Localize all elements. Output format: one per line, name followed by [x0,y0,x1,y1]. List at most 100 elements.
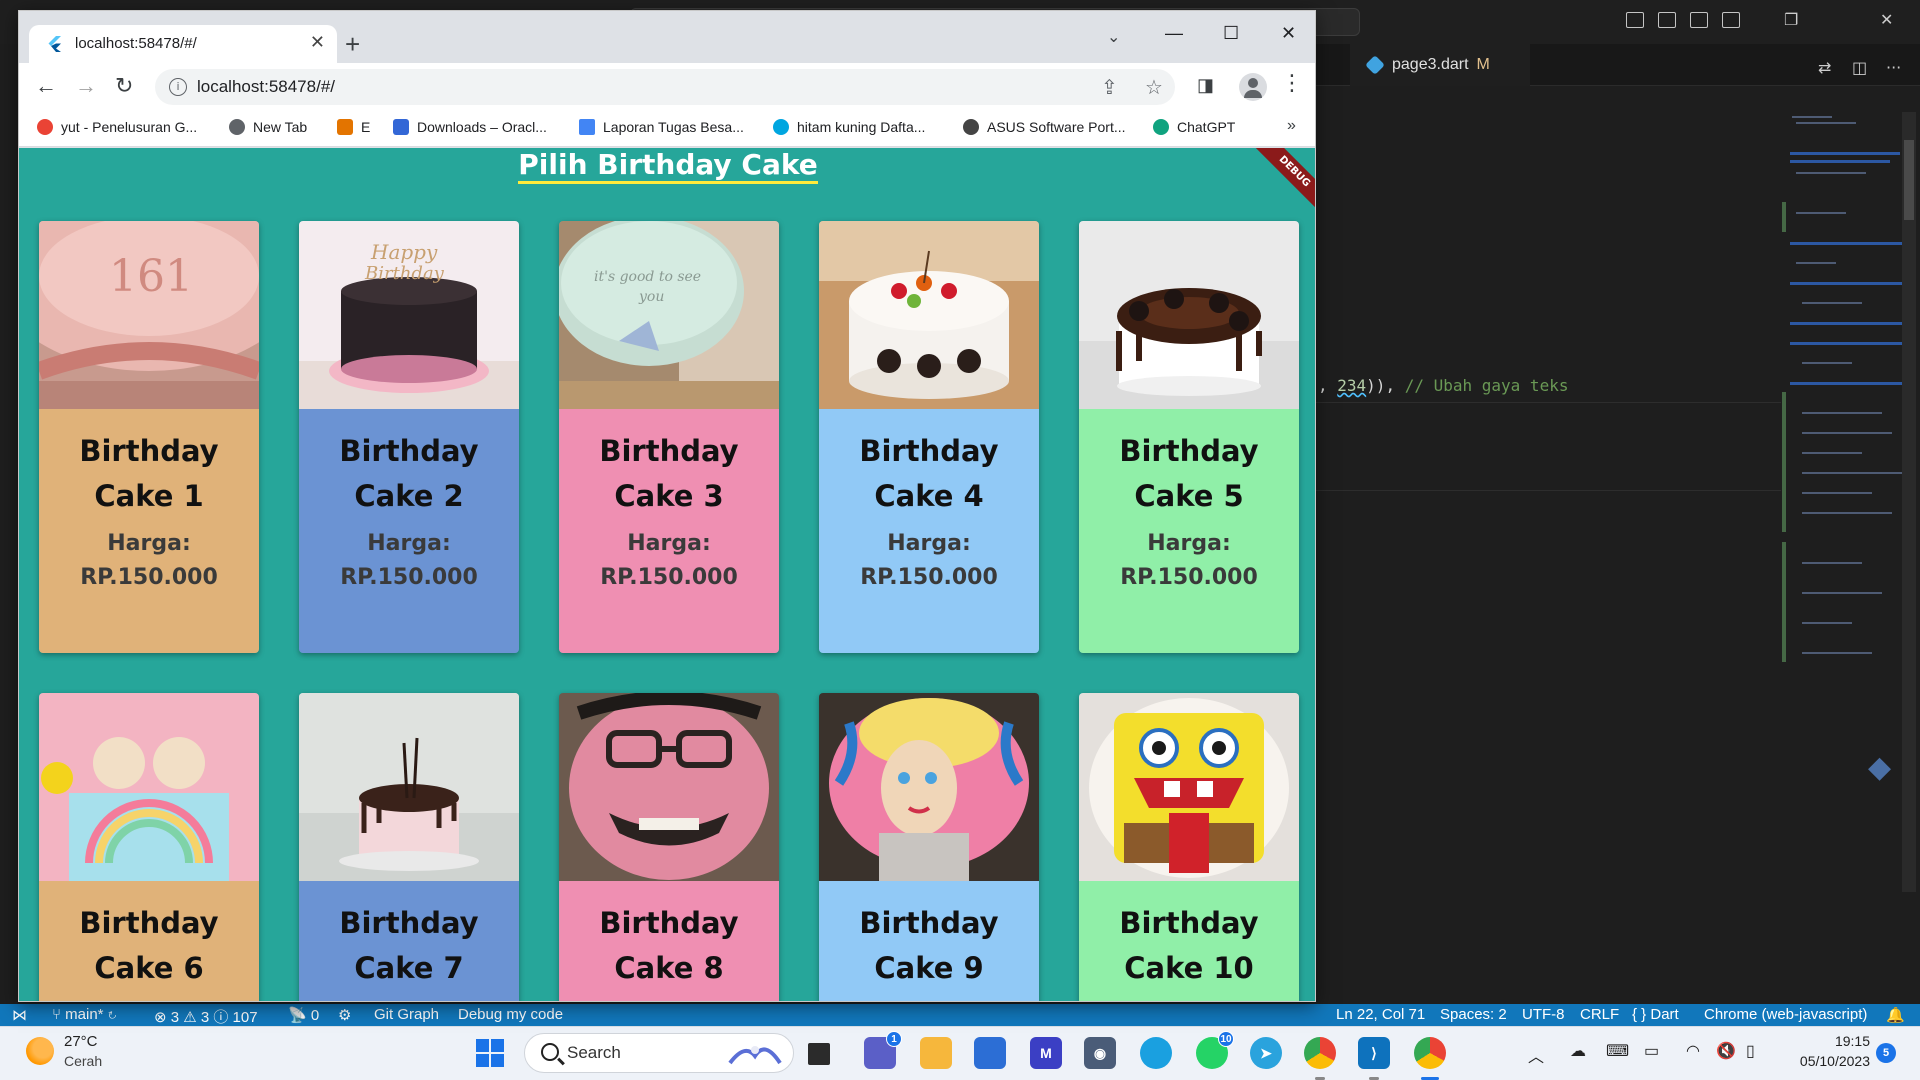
show-hidden-icons-icon[interactable]: ︿ [1528,1043,1544,1067]
run-icon[interactable]: ⚙ [338,1006,351,1024]
weather-temperature[interactable]: 27°C [64,1033,98,1050]
price-label: Harga: [107,531,191,556]
chrome-menu-icon[interactable]: ⋮ [1281,71,1303,96]
cake-image [1079,221,1299,409]
tab-search-chevron-icon[interactable]: ⌄ [1107,27,1120,47]
ports-indicator[interactable]: 📡 0 [288,1006,319,1024]
speaker-muted-icon[interactable]: 🔇 [1716,1041,1736,1061]
cake-card[interactable]: Birthday Cake 10 [1079,693,1299,1001]
weather-description[interactable]: Cerah [64,1053,102,1069]
profile-avatar-icon[interactable] [1239,73,1267,101]
git-graph-button[interactable]: Git Graph [374,1006,439,1023]
device-selector[interactable]: Chrome (web-javascript) [1704,1006,1867,1023]
vscode-close-icon[interactable]: ✕ [1880,10,1893,29]
teams-chat-icon[interactable]: 1 [864,1031,902,1069]
file-explorer-icon[interactable] [920,1037,952,1069]
compare-changes-icon[interactable]: ⇄ [1818,58,1831,77]
encoding[interactable]: UTF-8 [1522,1006,1565,1023]
editor-tab-page3[interactable]: page3.dart M [1350,44,1530,86]
reload-icon[interactable]: ↻ [115,73,133,99]
start-button[interactable] [476,1039,504,1067]
close-window-icon[interactable]: ✕ [1281,23,1296,44]
cake-image [819,221,1039,409]
debug-button[interactable]: Debug my code [458,1006,563,1023]
cake-card[interactable]: Birthday Cake 8 [559,693,779,1001]
battery-icon[interactable]: ▯ [1746,1041,1755,1061]
bookmark-item[interactable]: ASUS Software Port... [963,119,1126,135]
forward-icon[interactable]: → [75,73,97,99]
chrome-icon[interactable] [1304,1037,1336,1069]
minimap[interactable] [1782,112,1902,672]
bookmark-item[interactable]: hitam kuning Dafta... [773,119,925,135]
microsoft-store-icon[interactable] [974,1037,1006,1069]
tab-close-icon[interactable]: ✕ [310,32,325,53]
svg-text:it's good to see: it's good to see [594,269,701,285]
telegram-icon[interactable]: ➤ [1250,1037,1282,1069]
bookmark-item[interactable]: Downloads – Oracl... [393,119,547,135]
browser-tab[interactable]: localhost:58478/#/ ✕ [29,25,337,63]
notification-count[interactable]: 5 [1876,1043,1896,1063]
bookmark-item[interactable]: New Tab [229,119,307,135]
indentation[interactable]: Spaces: 2 [1440,1006,1507,1023]
bookmark-item[interactable]: yut - Penelusuran G... [37,119,197,135]
keyboard-icon[interactable]: ⌨ [1606,1041,1629,1061]
cake-card[interactable]: it's good to see you Birthday Cake 3 Har… [559,221,779,653]
clock-time[interactable]: 19:15 [1790,1033,1870,1049]
cake-card[interactable]: Birthday Cake 6 [39,693,259,1001]
cake-card[interactable]: Happy Birthday Birthday Cake 2 Harga: RP… [299,221,519,653]
price-label: Harga: [887,531,971,556]
task-view-icon[interactable] [808,1043,830,1065]
bookmark-item[interactable]: E [337,119,370,135]
toggle-secondary-sidebar-icon[interactable] [1690,12,1708,28]
back-icon[interactable]: ← [35,73,57,99]
clock-date[interactable]: 05/10/2023 [1790,1053,1870,1069]
flutter-icon[interactable]: ◆ [1868,750,1908,790]
cake-card[interactable]: 161 Birthday Cake 1 Harga: RP.150.000 [39,221,259,653]
notifications-bell-icon[interactable]: 🔔 [1886,1006,1905,1024]
bookmark-item[interactable]: ChatGPT [1153,119,1235,135]
wifi-icon[interactable]: ◠ [1686,1041,1700,1061]
bookmark-label: yut - Penelusuran G... [61,119,198,135]
chrome-icon-active[interactable] [1414,1037,1446,1069]
cake-card[interactable]: Birthday Cake 7 [299,693,519,1001]
editor-scrollbar-thumb[interactable] [1904,140,1914,220]
camera-icon[interactable]: ◉ [1084,1037,1116,1069]
weather-sun-icon[interactable] [26,1037,54,1065]
site-info-icon[interactable]: i [169,78,187,96]
address-bar[interactable]: i localhost:58478/#/ ⇪ ☆ [155,69,1175,105]
more-actions-icon[interactable]: ··· [1886,58,1901,77]
bookmark-item[interactable]: Laporan Tugas Besa... [579,119,744,135]
side-panel-icon[interactable]: ◨ [1197,75,1214,96]
cursor-position[interactable]: Ln 22, Col 71 [1336,1006,1425,1023]
customize-layout-icon[interactable] [1722,12,1740,28]
price-label: Harga: [627,531,711,556]
bookmark-star-icon[interactable]: ☆ [1145,75,1163,100]
language-mode[interactable]: { } Dart [1632,1006,1679,1023]
edge-browser-icon[interactable] [1140,1037,1172,1069]
vscode-icon[interactable]: ⟩ [1358,1037,1390,1069]
line-endings[interactable]: CRLF [1580,1006,1619,1023]
maximize-icon[interactable]: ☐ [1223,23,1239,44]
cake-card[interactable]: Birthday Cake 5 Harga: RP.150.000 [1079,221,1299,653]
vscode-restore-icon[interactable]: ❐ [1784,10,1798,29]
share-icon[interactable]: ⇪ [1101,75,1118,100]
whatsapp-icon[interactable]: 10 [1196,1031,1234,1069]
bookmarks-overflow-icon[interactable]: » [1287,117,1296,135]
cake-card[interactable]: Birthday Cake 9 [819,693,1039,1001]
split-editor-icon[interactable]: ◫ [1852,58,1867,77]
code-line[interactable]: , 234)), // Ubah gaya teks [1318,376,1568,395]
remote-icon[interactable]: ⋈ [12,1006,27,1024]
problems-indicator[interactable]: ⊗ 3 ⚠ 3 ⓘ 107 [154,1006,258,1027]
display-icon[interactable]: ▭ [1644,1041,1659,1061]
cake-card[interactable]: Birthday Cake 4 Harga: RP.150.000 [819,221,1039,653]
taskbar-search[interactable]: Search [524,1033,794,1073]
toggle-panel-icon[interactable] [1658,12,1676,28]
new-tab-icon[interactable]: + [345,29,360,60]
flutter-app-viewport[interactable]: Pilih Birthday Cake DEBUG 161 Birthday C… [19,148,1315,1001]
onedrive-icon[interactable]: ☁ [1570,1041,1586,1061]
cake-image: it's good to see you [559,221,779,409]
minimize-icon[interactable]: — [1165,23,1183,44]
app-icon[interactable]: M [1030,1037,1062,1069]
branch-indicator[interactable]: ⑂ main* ↻ [52,1006,117,1023]
toggle-sidebar-icon[interactable] [1626,12,1644,28]
